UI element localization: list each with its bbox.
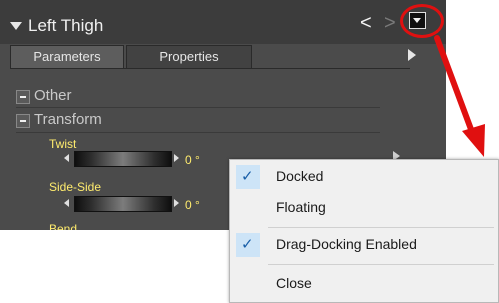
arrow-head [462,124,485,157]
annotation-arrow [434,35,485,157]
arrow-shaft [434,35,475,135]
